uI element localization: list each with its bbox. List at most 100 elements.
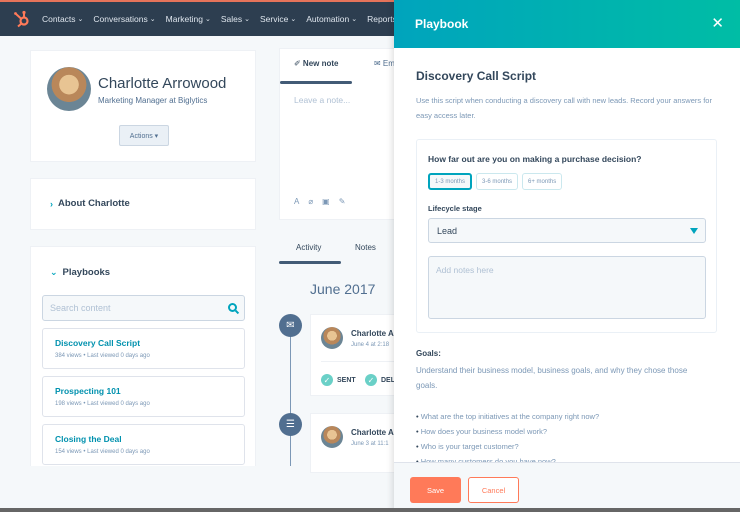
window-bottom-edge: [0, 508, 740, 512]
active-tab-indicator: [279, 261, 341, 264]
note-icon: ☰: [279, 413, 302, 436]
nav-label: Conversations: [93, 14, 148, 24]
tab-activity[interactable]: Activity: [296, 243, 321, 252]
script-title: Discovery Call Script: [416, 69, 537, 83]
tab-notes[interactable]: Notes: [355, 243, 376, 252]
about-card: › About Charlotte: [30, 178, 256, 230]
lifecycle-stage-label: Lifecycle stage: [428, 204, 482, 213]
entry-time: June 4 at 2:18: [351, 342, 390, 348]
nav-label: Contacts: [42, 14, 76, 24]
question-card: How far out are you on making a purchase…: [416, 139, 717, 333]
nav-label: Reports: [367, 14, 397, 24]
save-button[interactable]: Save: [410, 477, 461, 503]
image-icon[interactable]: ▣: [322, 197, 330, 206]
chevron-down-icon: ⌄: [204, 16, 211, 23]
entry-author: Charlotte Arrowood: [351, 329, 397, 338]
chevron-down-icon: ⌄: [149, 16, 156, 23]
playbook-title: Closing the Deal: [55, 434, 122, 444]
search-placeholder: Search content: [50, 303, 111, 313]
option-group: 1-3 months 3-6 months 6+ months: [428, 173, 563, 190]
status-sent: ✓ SENT: [321, 374, 356, 386]
activity-tabs: Activity Notes: [279, 240, 397, 264]
link-icon[interactable]: ✎: [339, 197, 346, 206]
timeline-month: June 2017: [310, 281, 376, 297]
playbooks-card: ⌄ Playbooks Search content Discovery Cal…: [30, 246, 256, 466]
nav-label: Automation: [306, 14, 350, 24]
nav-automation[interactable]: Automation ⌄: [306, 14, 357, 24]
contact-title: Marketing Manager at Biglytics: [98, 96, 208, 105]
status-label: SENT: [337, 376, 356, 384]
panel-footer: Save Cancel: [394, 462, 740, 512]
avatar: [321, 426, 343, 448]
playbook-meta: 154 views • Last viewed 0 days ago: [55, 449, 150, 455]
timeline-entry[interactable]: Charlotte Arrowood June 3 at 11:1: [310, 413, 398, 473]
playbooks-toggle[interactable]: ⌄ Playbooks: [50, 267, 110, 278]
playbook-item[interactable]: Closing the Deal 154 views • Last viewed…: [42, 424, 245, 465]
attachment-icon[interactable]: ⌀: [308, 197, 313, 206]
playbook-title: Prospecting 101: [55, 386, 121, 396]
email-icon: ✉: [279, 314, 302, 337]
playbook-meta: 384 views • Last viewed 0 days ago: [55, 353, 150, 359]
option-1-3-months[interactable]: 1-3 months: [428, 173, 473, 190]
nav-conversations[interactable]: Conversations ⌄: [93, 14, 155, 24]
goals-text: Understand their business model, busines…: [416, 366, 688, 390]
close-icon[interactable]: ✕: [711, 14, 724, 32]
avatar: [47, 67, 91, 111]
active-tab-indicator: [280, 81, 352, 84]
playbook-title: Discovery Call Script: [55, 338, 141, 348]
panel-title: Playbook: [415, 17, 469, 31]
nav-contacts[interactable]: Contacts ⌄: [42, 14, 83, 24]
profile-card: Charlotte Arrowood Marketing Manager at …: [30, 50, 256, 162]
check-icon: ✓: [321, 374, 333, 386]
select-value: Lead: [437, 225, 458, 236]
playbook-panel: Playbook ✕ Discovery Call Script Use thi…: [394, 0, 740, 512]
goals-list: What are the top initiatives at the comp…: [416, 409, 716, 469]
tab-email[interactable]: ✉ Em: [374, 59, 395, 68]
search-input[interactable]: Search content: [42, 295, 245, 321]
playbook-item[interactable]: Discovery Call Script 384 views • Last v…: [42, 328, 245, 369]
nav-reports[interactable]: Reports: [367, 14, 397, 24]
playbook-item[interactable]: Prospecting 101 198 views • Last viewed …: [42, 376, 245, 417]
actions-button[interactable]: Actions ▾: [119, 125, 169, 146]
entry-author: Charlotte Arrowood: [351, 428, 397, 437]
notes-textarea[interactable]: Add notes here: [428, 256, 706, 319]
tab-new-note[interactable]: ✐ New note: [294, 59, 338, 68]
timeline-entry[interactable]: Charlotte Arrowood June 4 at 2:18 ✓SENT …: [310, 314, 398, 396]
chevron-down-icon: ⌄: [77, 16, 84, 23]
nav-label: Service: [259, 14, 289, 24]
playbooks-label: Playbooks: [62, 267, 111, 278]
search-icon[interactable]: [228, 303, 237, 312]
nav-label: Sales: [220, 14, 243, 24]
chevron-right-icon: ›: [50, 198, 53, 209]
goal-item: What are the top initiatives at the comp…: [416, 409, 716, 424]
lifecycle-stage-select[interactable]: Lead: [428, 218, 706, 243]
hubspot-logo-icon[interactable]: [12, 9, 32, 29]
note-input[interactable]: Leave a note...: [294, 95, 350, 105]
about-toggle[interactable]: › About Charlotte: [50, 198, 130, 209]
chevron-down-icon: ⌄: [290, 16, 297, 23]
check-icon: ✓: [365, 374, 377, 386]
goal-item: How does your business model work?: [416, 424, 716, 439]
chevron-down-icon: ⌄: [351, 16, 358, 23]
note-card: ✐ New note ✉ Em Leave a note... A ⌀ ▣ ✎: [279, 48, 397, 220]
nav-label: Marketing: [165, 14, 203, 24]
note-toolbar: A ⌀ ▣ ✎: [294, 197, 345, 206]
avatar: [321, 327, 343, 349]
goal-item: Who is your target customer?: [416, 439, 716, 454]
contact-name: Charlotte Arrowood: [98, 75, 227, 92]
nav-service[interactable]: Service ⌄: [260, 14, 296, 24]
option-6-plus-months[interactable]: 6+ months: [522, 173, 563, 190]
caret-down-icon: [690, 228, 698, 234]
question-label: How far out are you on making a purchase…: [428, 154, 642, 164]
nav-sales[interactable]: Sales ⌄: [221, 14, 250, 24]
chevron-down-icon: ⌄: [50, 267, 58, 277]
panel-header: Playbook ✕: [394, 0, 740, 48]
text-format-icon[interactable]: A: [294, 197, 299, 206]
cancel-button[interactable]: Cancel: [468, 477, 519, 503]
timeline-line: [290, 326, 291, 466]
goals-label: Goals:: [416, 349, 441, 358]
chevron-down-icon: ⌄: [244, 16, 250, 23]
nav-marketing[interactable]: Marketing ⌄: [166, 14, 211, 24]
divider: [321, 361, 397, 362]
option-3-6-months[interactable]: 3-6 months: [476, 173, 519, 190]
